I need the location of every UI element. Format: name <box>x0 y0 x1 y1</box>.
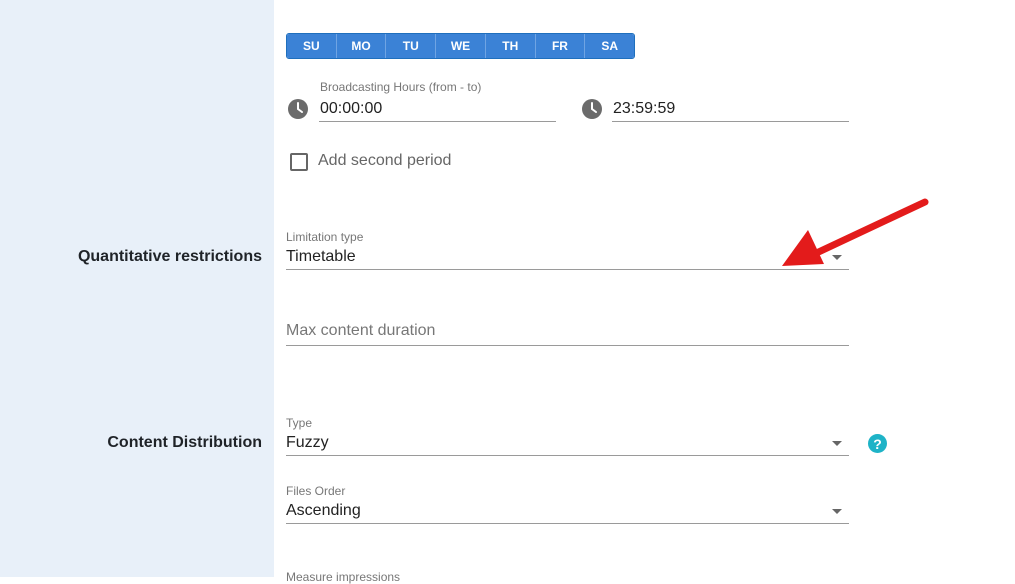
chevron-down-icon[interactable] <box>832 441 842 446</box>
quantitative-restrictions-label: Quantitative restrictions <box>77 248 262 265</box>
annotation-arrow-icon <box>782 198 929 266</box>
distribution-type-select[interactable]: Fuzzy <box>286 430 849 456</box>
day-toggle-we[interactable]: WE <box>436 34 486 58</box>
chevron-down-icon[interactable] <box>832 509 842 514</box>
clock-icon <box>288 99 308 119</box>
content-distribution-label: Content Distribution <box>107 434 262 451</box>
broadcast-to-field[interactable]: 23:59:59 <box>612 96 849 122</box>
day-toggle-sa[interactable]: SA <box>585 34 634 58</box>
help-icon[interactable]: ? <box>868 434 887 453</box>
day-toggle-tu[interactable]: TU <box>386 34 437 58</box>
broadcasting-hours-label: Broadcasting Hours (from - to) <box>320 80 482 94</box>
max-content-duration-input[interactable]: Max content duration <box>286 316 849 346</box>
measure-impressions-label: Measure impressions <box>286 570 401 584</box>
broadcast-from-field[interactable]: 00:00:00 <box>319 96 556 122</box>
weekday-toggle-group: SU MO TU WE TH FR SA <box>286 33 635 59</box>
clock-icon <box>582 99 602 119</box>
day-toggle-fr[interactable]: FR <box>535 34 586 58</box>
limitation-type-select[interactable]: Timetable <box>286 244 849 270</box>
files-order-label: Files Order <box>286 484 346 498</box>
add-second-period-label[interactable]: Add second period <box>318 152 451 170</box>
type-label: Type <box>286 416 313 430</box>
limitation-type-label: Limitation type <box>286 230 364 244</box>
left-label-panel <box>0 0 274 577</box>
day-toggle-mo[interactable]: MO <box>336 34 387 58</box>
day-toggle-su[interactable]: SU <box>287 34 337 58</box>
files-order-select[interactable]: Ascending <box>286 498 849 524</box>
add-second-period-checkbox[interactable] <box>290 153 308 171</box>
day-toggle-th[interactable]: TH <box>485 34 536 58</box>
